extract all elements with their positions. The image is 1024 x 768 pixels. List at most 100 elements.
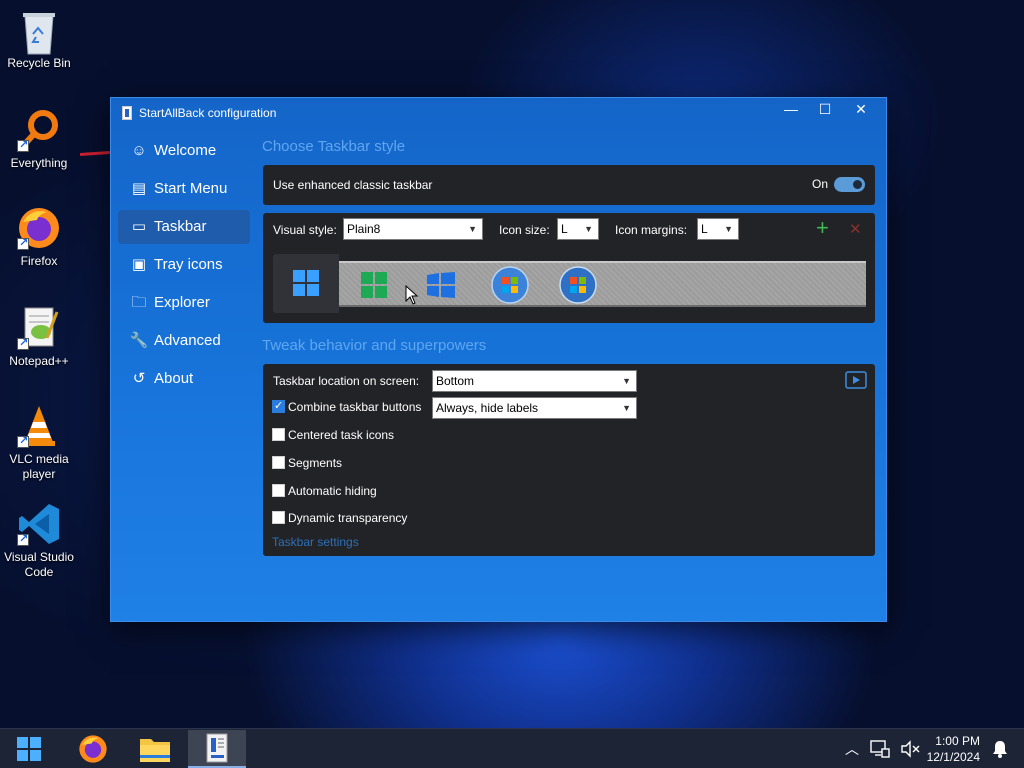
- icon-margins-select[interactable]: L ▼: [697, 218, 739, 240]
- taskbar-settings-link[interactable]: Taskbar settings: [272, 535, 359, 549]
- taskbar: ︿ 1:00 PM 12/1/2024: [0, 728, 1024, 768]
- sidebar-nav: ☺ Welcome ▤ Start Menu ▭ Taskbar ▣ Tray …: [118, 134, 250, 400]
- combine-buttons-checkbox[interactable]: Combine taskbar buttons: [272, 399, 421, 416]
- checkbox-label: Dynamic transparency: [288, 511, 408, 525]
- nav-item-welcome[interactable]: ☺ Welcome: [118, 134, 250, 168]
- windows7-orb-icon: [491, 266, 529, 304]
- checkbox-checked[interactable]: [272, 399, 285, 414]
- icon-margins-label: Icon margins:: [615, 223, 688, 237]
- folder-icon: [140, 739, 170, 762]
- notification-bell-icon[interactable]: [992, 740, 1008, 758]
- close-button[interactable]: ✕: [844, 98, 878, 122]
- select-value: Plain8: [347, 222, 381, 236]
- red-stroke-decoration: [79, 150, 111, 157]
- nav-label: Welcome: [154, 142, 217, 159]
- desktop-icon-recycle-bin[interactable]: Recycle Bin: [2, 8, 76, 71]
- desktop-icon-everything[interactable]: Everything: [2, 108, 76, 171]
- centered-task-icons-checkbox[interactable]: Centered task icons: [272, 428, 394, 444]
- nav-label: Advanced: [154, 332, 221, 349]
- select-value: L: [701, 222, 708, 236]
- video-tutorial-icon[interactable]: [845, 371, 867, 389]
- taskbar-style-preview: [339, 261, 866, 307]
- nav-label: Tray icons: [154, 256, 223, 273]
- shortcut-arrow-icon: [17, 236, 29, 251]
- location-label: Taskbar location on screen:: [273, 374, 420, 388]
- select-value: L: [561, 222, 568, 236]
- checkbox-unchecked[interactable]: [272, 456, 285, 469]
- desktop-icon-vscode[interactable]: Visual Studio Code: [2, 502, 76, 580]
- start-menu-icon: ▤: [131, 180, 147, 197]
- chevron-down-icon: ▼: [622, 403, 631, 413]
- enhanced-taskbar-toggle[interactable]: [834, 177, 865, 192]
- everything-search-icon: [17, 108, 61, 153]
- shortcut-arrow-icon: [17, 138, 29, 153]
- preview-start-button[interactable]: [273, 254, 339, 313]
- firefox-icon: [17, 206, 61, 251]
- windows11-logo-icon: [293, 270, 319, 296]
- mouse-cursor-icon: [405, 285, 419, 305]
- taskbar-icon: ▭: [131, 218, 147, 235]
- nav-item-advanced[interactable]: 🔧 Advanced: [118, 324, 250, 358]
- automatic-hiding-checkbox[interactable]: Automatic hiding: [272, 484, 377, 500]
- taskbar-file-explorer-button[interactable]: [126, 730, 184, 768]
- nav-item-about[interactable]: ↺ About: [118, 362, 250, 396]
- nav-label: Taskbar: [154, 218, 207, 235]
- shortcut-arrow-icon: [17, 532, 29, 547]
- recycle-bin-icon: [17, 8, 61, 55]
- nav-item-tray-icons[interactable]: ▣ Tray icons: [118, 248, 250, 282]
- nav-item-start-menu[interactable]: ▤ Start Menu: [118, 172, 250, 206]
- startallback-config-window: StartAllBack configuration — ☐ ✕ ☺ Welco…: [110, 97, 887, 622]
- icon-size-label: Icon size:: [499, 223, 550, 237]
- chevron-down-icon: ▼: [584, 224, 593, 234]
- wrench-icon: 🔧: [129, 332, 149, 349]
- enhanced-taskbar-label: Use enhanced classic taskbar: [273, 178, 433, 192]
- location-select[interactable]: Bottom ▼: [432, 370, 637, 392]
- checkbox-unchecked[interactable]: [272, 511, 285, 524]
- chevron-up-icon[interactable]: ︿: [842, 729, 862, 768]
- start-button[interactable]: [0, 730, 58, 768]
- desktop-icon-notepadpp[interactable]: Notepad++: [2, 306, 76, 369]
- app-icon: [122, 106, 132, 120]
- taskbar-startallback-button[interactable]: [188, 730, 246, 768]
- minimize-button[interactable]: —: [774, 98, 808, 122]
- toggle-state-label: On: [811, 177, 828, 191]
- desktop-icon-firefox[interactable]: Firefox: [2, 206, 76, 269]
- network-icon[interactable]: [870, 740, 890, 758]
- icon-size-select[interactable]: L ▼: [557, 218, 599, 240]
- volume-muted-icon[interactable]: [900, 740, 920, 758]
- remove-style-button[interactable]: ✕: [849, 220, 862, 238]
- tray-icon: ▣: [131, 256, 147, 273]
- windows10-green-logo-icon: [361, 272, 387, 298]
- windows10-blue-logo-icon: [427, 272, 455, 298]
- visual-style-select[interactable]: Plain8 ▼: [343, 218, 483, 240]
- shortcut-arrow-icon: [17, 434, 29, 449]
- taskbar-firefox-button[interactable]: [64, 730, 122, 768]
- smiley-icon: ☺: [131, 142, 147, 159]
- segments-checkbox[interactable]: Segments: [272, 456, 342, 472]
- visual-style-label: Visual style:: [273, 223, 337, 237]
- desktop-icon-label: Everything: [10, 156, 68, 170]
- section-title-tweaks: Tweak behavior and superpowers: [262, 337, 487, 354]
- windows-logo-icon: [17, 737, 41, 761]
- dynamic-transparency-checkbox[interactable]: Dynamic transparency: [272, 511, 407, 527]
- maximize-button[interactable]: ☐: [808, 98, 842, 122]
- about-icon: ↺: [132, 370, 146, 387]
- checkbox-label: Centered task icons: [288, 428, 395, 442]
- desktop-icon-vlc[interactable]: VLC media player: [2, 404, 76, 482]
- clock-time: 1:00 PM: [935, 734, 980, 748]
- combine-select[interactable]: Always, hide labels ▼: [432, 397, 637, 419]
- nav-item-explorer[interactable]: 🗀 Explorer: [118, 286, 250, 320]
- window-title: StartAllBack configuration: [139, 106, 277, 120]
- vscode-icon: [17, 502, 61, 547]
- nav-item-taskbar[interactable]: ▭ Taskbar: [118, 210, 250, 244]
- checkbox-unchecked[interactable]: [272, 428, 285, 441]
- nav-label: Explorer: [154, 294, 210, 311]
- desktop-icon-label: VLC media player: [9, 452, 69, 481]
- checkbox-unchecked[interactable]: [272, 484, 285, 497]
- clock[interactable]: 1:00 PM 12/1/2024: [927, 733, 980, 765]
- add-style-button[interactable]: +: [816, 215, 829, 241]
- title-bar[interactable]: StartAllBack configuration — ☐ ✕: [111, 98, 886, 128]
- notepadpp-icon: [17, 306, 61, 351]
- checkbox-label: Automatic hiding: [288, 484, 377, 498]
- desktop-icon-label: Firefox: [20, 254, 58, 268]
